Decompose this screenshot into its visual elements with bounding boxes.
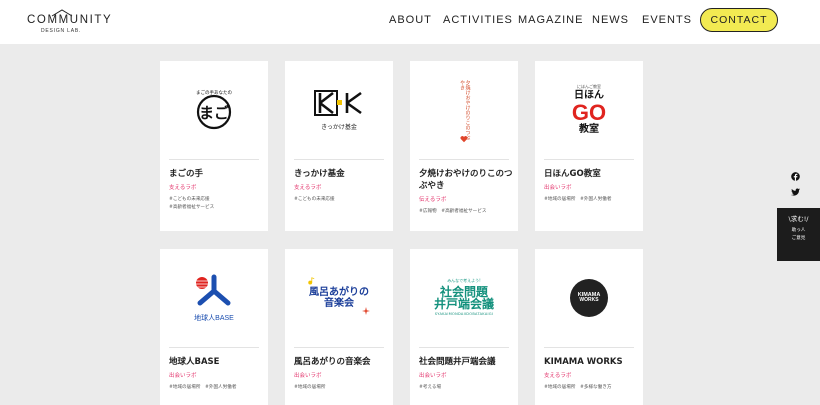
card-title: 風呂あがりの音楽会 xyxy=(294,357,371,367)
card-divider xyxy=(419,159,509,160)
nihongo-go-mark: GO xyxy=(572,102,606,124)
card-divider xyxy=(544,347,634,348)
card-tag: #考える場 xyxy=(419,385,442,390)
yuyake-logo-text: 夕焼けおやけのりこのつぶやき xyxy=(459,80,471,140)
card-logo-kikkake: きっかけ基金 xyxy=(285,61,393,159)
card-furo[interactable]: 風呂あがりの音楽会 風呂あがりの音楽会 出会いラボ #地域の居場所 xyxy=(285,249,393,405)
nav-events[interactable]: EVENTS xyxy=(642,14,692,26)
card-logo-nihongo: にほんご教室 日ほん GO 教室 xyxy=(535,61,643,159)
nav-about[interactable]: ABOUT xyxy=(389,14,432,26)
card-divider xyxy=(419,347,509,348)
nav-news[interactable]: NEWS xyxy=(592,14,629,26)
card-tag: #地域の居場所 #外国人労働者 xyxy=(169,385,237,390)
card-yuyake[interactable]: 夕焼けおやけのりこのつぶやき 夕焼けおやけのりこのつぶやき 伝えるラボ #広報物… xyxy=(410,61,518,231)
card-tag: #地域の居場所 #外国人労働者 xyxy=(544,197,612,202)
help-float-button[interactable]: \求む!/ 助っ人 ご意見 xyxy=(777,208,820,261)
card-tag: #こどもの未来応援 xyxy=(169,197,210,202)
card-shakaimondai[interactable]: みんなで考えよう! 社会問題 井戸端会議 SYAKAIMONDAIIDOBATA… xyxy=(410,249,518,405)
heart-icon xyxy=(460,136,468,143)
card-tag: #広報物 #高齢者福祉サービス xyxy=(419,209,487,214)
card-tags: #こどもの未来応援 xyxy=(294,196,335,204)
card-logo-magonote: まご まごの手あなたの xyxy=(160,61,268,159)
card-tags: #地域の居場所 #多様な働き方 xyxy=(544,384,611,392)
card-category: 出会いラボ xyxy=(419,373,447,379)
help-float-line3: ご意見 xyxy=(791,236,806,241)
card-tags: #地域の居場所 #外国人労働者 xyxy=(169,384,236,392)
card-chikyujin[interactable]: 地球人BASE 地球人BASE 出会いラボ #地域の居場所 #外国人労働者 xyxy=(160,249,268,405)
card-title: 夕焼けおやけのりこのつぶやき xyxy=(419,169,513,191)
card-tags: #広報物 #高齢者福祉サービス xyxy=(419,208,486,216)
twitter-icon[interactable] xyxy=(791,188,800,196)
card-category: 出会いラボ xyxy=(169,373,197,379)
site-logo[interactable]: COMMUNITY DESIGN LAB. xyxy=(27,9,111,39)
help-float-line1: \求む!/ xyxy=(788,215,809,223)
card-divider xyxy=(169,347,259,348)
shakai-logo-l2: 井戸端会議 xyxy=(433,297,494,312)
card-title: 社会問題井戸端会議 xyxy=(419,357,496,367)
card-title: きっかけ基金 xyxy=(294,169,345,179)
note-icon xyxy=(308,277,315,285)
chikyujin-logo-icon xyxy=(196,274,231,306)
card-category: 出会いラボ xyxy=(544,185,572,191)
card-title: 日ほんGO教室 xyxy=(544,169,601,179)
kikkake-logo-icon xyxy=(314,89,362,116)
card-category: 支えるラボ xyxy=(544,373,572,379)
card-logo-kimama: KIMAMA WORKS xyxy=(535,249,643,347)
card-kikkake[interactable]: きっかけ基金 きっかけ基金 支えるラボ #こどもの未来応援 xyxy=(285,61,393,231)
card-tags: #こどもの未来応援 #高齢者福祉サービス xyxy=(169,196,214,212)
shakai-logo-small: みんなで考えよう! xyxy=(447,278,481,284)
card-tag: #地域の居場所 xyxy=(294,385,326,390)
card-nihongo[interactable]: にほんご教室 日ほん GO 教室 日ほんGO教室 出会いラボ #地域の居場所 #… xyxy=(535,61,643,231)
magonote-logo-icon: まご まごの手あなたの xyxy=(196,89,232,130)
nav-activities[interactable]: ACTIVITIES xyxy=(443,14,513,26)
card-tags: #地域の居場所 #外国人労働者 xyxy=(544,196,611,204)
card-tag: #こどもの未来応援 xyxy=(294,197,335,202)
card-logo-yuyake: 夕焼けおやけのりこのつぶやき xyxy=(410,61,518,159)
card-divider xyxy=(544,159,634,160)
nav-magazine[interactable]: MAGAZINE xyxy=(518,14,583,26)
kikkake-logo-text: きっかけ基金 xyxy=(321,123,357,131)
card-tag: #地域の居場所 #多様な働き方 xyxy=(544,385,612,390)
card-tag: #高齢者福祉サービス xyxy=(169,205,215,210)
card-tags: #地域の居場所 xyxy=(294,384,325,392)
card-title: まごの手 xyxy=(169,169,204,179)
nihongo-logo-bottom: 教室 xyxy=(578,124,599,135)
card-divider xyxy=(169,159,259,160)
facebook-icon[interactable] xyxy=(791,172,800,181)
card-title: KIMAMA WORKS xyxy=(544,357,623,367)
card-title: 地球人BASE xyxy=(169,357,220,367)
kimama-logo-l2: WORKS xyxy=(579,297,599,304)
help-float-line2: 助っ人 xyxy=(791,228,806,233)
card-divider xyxy=(294,347,384,348)
card-magonote[interactable]: まご まごの手あなたの まごの手 支えるラボ #こどもの未来応援 #高齢者福祉サ… xyxy=(160,61,268,231)
card-category: 出会いラボ xyxy=(294,373,322,379)
chikyujin-logo-text: 地球人BASE xyxy=(194,315,234,322)
card-kimama[interactable]: KIMAMA WORKS KIMAMA WORKS 支えるラボ #地域の居場所 … xyxy=(535,249,643,405)
contact-button[interactable]: CONTACT xyxy=(700,8,778,32)
card-category: 支えるラボ xyxy=(169,185,197,191)
card-logo-furo: 風呂あがりの音楽会 xyxy=(285,249,393,347)
card-logo-chikyujin: 地球人BASE xyxy=(160,249,268,347)
kimama-logo-icon: KIMAMA WORKS xyxy=(570,279,608,317)
nihongo-logo-go: GO xyxy=(571,100,607,125)
card-tags: #考える場 xyxy=(419,384,441,392)
nihongo-logo-small: にほんご教室 xyxy=(576,84,601,89)
card-category: 伝えるラボ xyxy=(419,197,447,203)
card-category: 支えるラボ xyxy=(294,185,322,191)
furo-logo-text: 風呂あがりの音楽会 xyxy=(309,286,369,310)
logo-sub-text: DESIGN LAB. xyxy=(41,28,82,34)
sparkle-icon xyxy=(362,307,370,315)
card-divider xyxy=(294,159,384,160)
svg-text:まご: まご xyxy=(199,104,230,122)
card-logo-shakaimondai: みんなで考えよう! 社会問題 井戸端会議 SYAKAIMONDAIIDOBATA… xyxy=(410,249,518,347)
magonote-arc-text: まごの手あなたの xyxy=(196,89,232,96)
site-header: COMMUNITY DESIGN LAB. ABOUT ACTIVITIES M… xyxy=(0,0,820,44)
logo-main-text: COMMUNITY xyxy=(27,14,113,26)
shakai-logo-url: SYAKAIMONDAIIDOBATAKAIGI xyxy=(434,311,494,316)
